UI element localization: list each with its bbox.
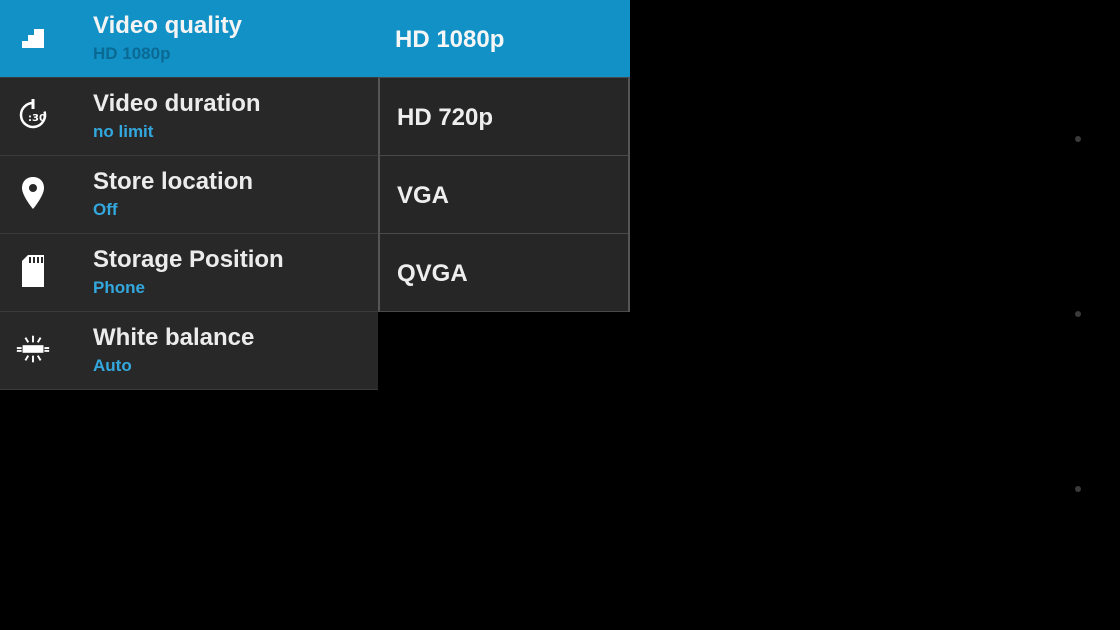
option-qvga[interactable]: QVGA — [378, 234, 630, 312]
camera-settings-screen: Video quality HD 1080p :30 Video duratio… — [0, 0, 1120, 630]
white-balance-fluorescent-icon — [14, 330, 52, 368]
side-indicator-dot — [1075, 136, 1081, 142]
setting-store-location[interactable]: Store location Off — [0, 156, 378, 234]
video-quality-options: HD 1080p HD 720p VGA QVGA — [378, 0, 630, 312]
setting-value: Auto — [93, 356, 132, 375]
side-indicator-dot — [1075, 486, 1081, 492]
setting-value: no limit — [93, 122, 154, 141]
setting-storage-position[interactable]: Storage Position Phone — [0, 234, 378, 312]
option-hd-720p[interactable]: HD 720p — [378, 78, 630, 156]
setting-title: Storage Position — [93, 246, 284, 273]
location-pin-icon — [14, 174, 52, 212]
option-label: VGA — [397, 182, 450, 209]
setting-value: Off — [93, 200, 118, 219]
setting-title: Store location — [93, 168, 254, 195]
settings-list: Video quality HD 1080p :30 Video duratio… — [0, 0, 630, 390]
option-label: QVGA — [397, 260, 468, 287]
setting-value: HD 1080p — [93, 44, 171, 63]
sd-card-icon — [14, 252, 52, 290]
video-quality-icon — [14, 18, 52, 56]
setting-title: Video quality — [93, 12, 242, 39]
setting-title: White balance — [93, 324, 255, 351]
option-hd-1080p[interactable]: HD 1080p — [378, 0, 630, 78]
setting-value: Phone — [93, 278, 145, 297]
setting-video-duration[interactable]: :30 Video duration no limit — [0, 78, 378, 156]
timer-text: :30 — [28, 113, 46, 124]
side-indicator-dot — [1075, 311, 1081, 317]
setting-white-balance[interactable]: White balance Auto — [0, 312, 378, 390]
option-label: HD 720p — [397, 104, 494, 131]
option-vga[interactable]: VGA — [378, 156, 630, 234]
option-label: HD 1080p — [395, 26, 505, 53]
setting-title: Video duration — [93, 90, 261, 117]
timer-30-icon: :30 — [14, 96, 52, 134]
